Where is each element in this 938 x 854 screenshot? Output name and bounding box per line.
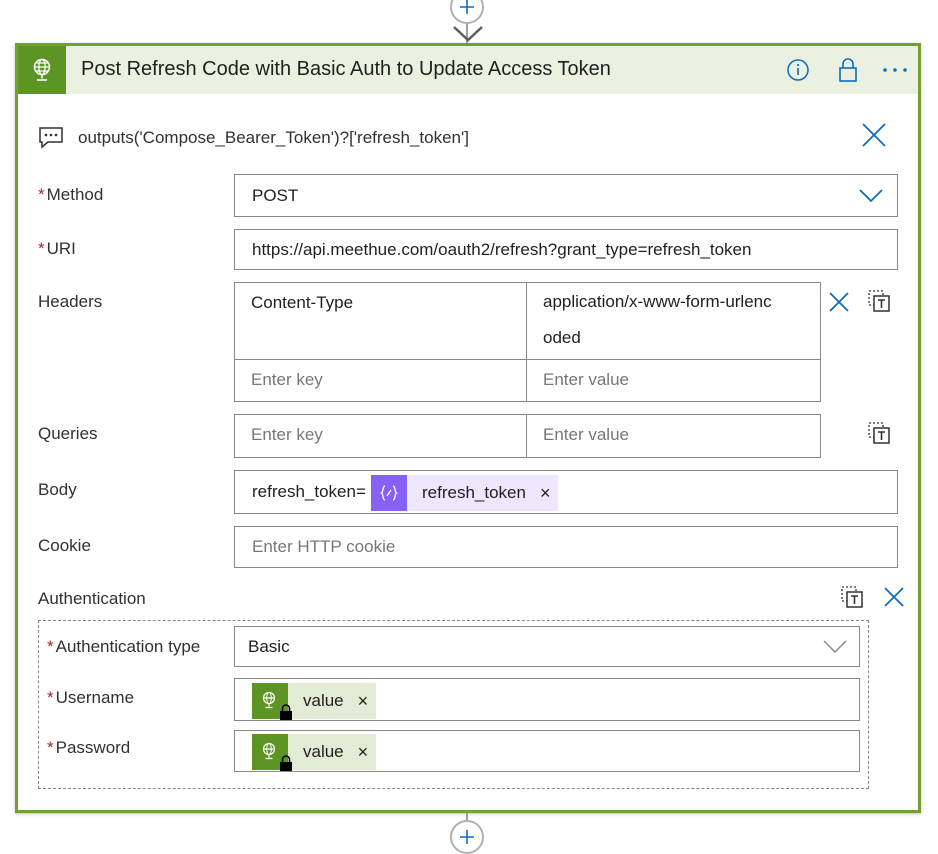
cookie-label: Cookie <box>38 536 91 555</box>
query-key-input[interactable]: Enter key <box>235 415 527 458</box>
username-input[interactable]: value × <box>234 678 860 721</box>
globe-icon <box>18 46 66 94</box>
cookie-input[interactable]: Enter HTTP cookie <box>234 526 898 568</box>
body-token-label: refresh_token <box>422 483 526 502</box>
switch-to-text-mode-icon[interactable] <box>867 421 891 445</box>
cookie-placeholder: Enter HTTP cookie <box>252 537 396 556</box>
plus-icon <box>460 0 474 14</box>
auth-type-dropdown[interactable]: Basic <box>234 626 860 667</box>
remove-token-icon[interactable]: × <box>358 742 369 763</box>
authentication-label: Authentication <box>38 589 146 608</box>
uri-label: * URI <box>38 239 76 258</box>
username-token[interactable]: value × <box>252 683 377 720</box>
username-label: * Username <box>47 688 135 707</box>
action-title[interactable]: Post Refresh Code with Basic Auth to Upd… <box>81 58 611 81</box>
globe-lock-icon <box>252 683 292 720</box>
uri-input[interactable]: https://api.meethue.com/oauth2/refresh?g… <box>234 229 898 270</box>
body-input[interactable]: refresh_token= refresh_token × <box>234 470 898 514</box>
password-token[interactable]: value × <box>252 734 377 771</box>
queries-table: Enter key Enter value <box>234 414 821 458</box>
chevron-down-icon <box>859 189 883 203</box>
http-action-card: Post Refresh Code with Basic Auth to Upd… <box>15 43 921 813</box>
remove-comment-icon[interactable] <box>861 122 887 148</box>
method-dropdown[interactable]: POST <box>234 174 898 217</box>
headers-table: Content-Type application/x-www-form-urle… <box>234 282 821 402</box>
globe-lock-icon <box>252 734 292 771</box>
headers-label: Headers <box>38 292 103 311</box>
switch-to-text-mode-icon[interactable] <box>867 289 891 313</box>
body-token[interactable]: refresh_token × <box>371 475 559 511</box>
remove-token-icon[interactable]: × <box>358 691 369 712</box>
header-key-input[interactable]: Content-Type <box>235 283 527 360</box>
comment-icon <box>39 127 63 149</box>
body-prefix-text: refresh_token= <box>252 482 366 501</box>
password-input[interactable]: value × <box>234 730 860 772</box>
comment-text[interactable]: outputs('Compose_Bearer_Token')?['refres… <box>78 128 469 148</box>
new-header-value-input[interactable]: Enter value <box>527 360 821 402</box>
lock-icon[interactable] <box>835 57 861 83</box>
auth-type-label: * Authentication type <box>47 637 201 656</box>
info-icon[interactable] <box>785 57 811 83</box>
body-label: Body <box>38 480 77 499</box>
expression-icon <box>371 475 407 511</box>
arrow-down-icon <box>453 26 483 42</box>
new-header-key-input[interactable]: Enter key <box>235 360 527 402</box>
method-label: * Method <box>38 185 104 204</box>
header-value-input[interactable]: application/x-www-form-urlenc oded <box>527 283 821 360</box>
auth-type-value: Basic <box>248 637 290 656</box>
switch-to-text-mode-icon[interactable] <box>840 585 864 609</box>
queries-label: Queries <box>38 424 98 443</box>
remove-token-icon[interactable]: × <box>540 483 551 504</box>
query-value-input[interactable]: Enter value <box>527 415 821 458</box>
remove-header-icon[interactable] <box>828 291 850 313</box>
card-header[interactable]: Post Refresh Code with Basic Auth to Upd… <box>18 46 918 94</box>
uri-value: https://api.meethue.com/oauth2/refresh?g… <box>252 240 752 259</box>
plus-icon <box>460 830 474 844</box>
chevron-down-icon <box>823 640 847 654</box>
remove-authentication-icon[interactable] <box>883 586 905 608</box>
method-value: POST <box>252 186 299 205</box>
username-token-label: value <box>303 691 344 710</box>
password-label: * Password <box>47 738 131 757</box>
more-icon[interactable] <box>882 57 908 83</box>
password-token-label: value <box>303 742 344 761</box>
add-step-button-top[interactable] <box>450 0 484 24</box>
add-step-button-bottom[interactable] <box>450 820 484 854</box>
